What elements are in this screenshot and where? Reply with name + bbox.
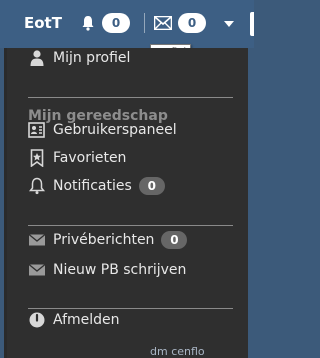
envelope-icon [28, 263, 46, 276]
menu-divider [28, 97, 233, 98]
bookmark-star-icon [30, 149, 44, 167]
user-icon [30, 50, 44, 66]
username-link[interactable]: EotT [24, 14, 62, 32]
menu-item-logout[interactable]: Afmelden [28, 309, 120, 331]
messages-count-badge[interactable]: 0 [178, 13, 206, 33]
background-text-fragment: dm cenflo [150, 345, 205, 358]
envelope-icon [28, 233, 46, 246]
menu-item-profile-label: Mijn profiel [53, 50, 131, 66]
top-navbar: EotT 0 0 [0, 0, 254, 48]
menu-item-favorites[interactable]: Favorieten [28, 147, 126, 169]
menu-item-notifications-label: Notificaties [53, 178, 132, 194]
menu-item-profile[interactable]: Mijn profiel [28, 47, 130, 69]
menu-item-favorites-label: Favorieten [53, 150, 127, 166]
notifications-badge: 0 [138, 177, 165, 195]
menu-item-new-pm-label: Nieuw PB schrijven [53, 262, 187, 278]
menu-item-notifications[interactable]: Notificaties 0 [28, 175, 165, 197]
menu-item-user-panel[interactable]: Gebruikerspaneel [28, 119, 177, 141]
caret-down-icon[interactable] [224, 21, 234, 27]
navbar-edge-control [250, 12, 254, 36]
envelope-icon[interactable] [154, 16, 172, 30]
menu-item-private-messages-label: Privéberichten [53, 232, 155, 248]
power-icon [29, 312, 45, 328]
menu-item-logout-label: Afmelden [53, 312, 120, 328]
bell-icon[interactable] [80, 15, 96, 31]
menu-item-private-messages[interactable]: Privéberichten 0 [28, 229, 188, 251]
menu-item-user-panel-label: Gebruikerspaneel [53, 122, 177, 138]
user-dropdown-menu: Mijn profiel Mijn gereedschap Gebruikers… [4, 48, 248, 358]
bell-icon [28, 177, 46, 195]
menu-divider [28, 225, 233, 226]
navbar-separator [144, 13, 145, 33]
private-messages-badge: 0 [161, 231, 188, 249]
address-card-icon [28, 122, 45, 138]
menu-item-new-pm[interactable]: Nieuw PB schrijven [28, 259, 186, 281]
notifications-count-badge[interactable]: 0 [102, 13, 130, 33]
